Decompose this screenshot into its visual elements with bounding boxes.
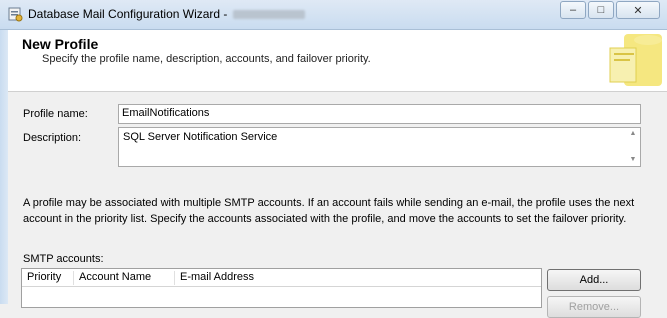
add-account-button[interactable]: Add... [547, 269, 641, 291]
minimize-button[interactable]: – [560, 1, 586, 19]
description-textarea[interactable]: SQL Server Notification Service ▲ ▼ [118, 127, 641, 167]
description-label: Description: [23, 132, 82, 144]
profile-info-text: A profile may be associated with multipl… [23, 197, 635, 225]
column-header-account-name[interactable]: Account Name [74, 271, 175, 285]
smtp-accounts-label: SMTP accounts: [23, 253, 104, 265]
maximize-button[interactable]: □ [588, 1, 614, 19]
redacted-server-name [233, 10, 306, 20]
window-title: Database Mail Configuration Wizard - [28, 7, 306, 21]
profile-name-input[interactable]: EmailNotifications [118, 104, 641, 124]
profile-name-value: EmailNotifications [122, 107, 210, 119]
wizard-header: New Profile Specify the profile name, de… [8, 30, 667, 92]
scroll-up-icon[interactable]: ▲ [628, 129, 638, 139]
minimize-icon: – [569, 4, 577, 16]
grid-header: Priority Account Name E-mail Address [22, 269, 541, 287]
column-header-priority[interactable]: Priority [22, 271, 74, 285]
maximize-icon: □ [597, 4, 605, 16]
profile-name-label: Profile name: [23, 108, 88, 120]
remove-account-button[interactable]: Remove... [547, 296, 641, 318]
wizard-app-icon [8, 7, 23, 22]
window-title-label: Database Mail Configuration Wizard - [28, 7, 228, 21]
window-frame-left [0, 30, 8, 304]
page-subtitle: Specify the profile name, description, a… [42, 53, 371, 65]
database-mail-banner-icon [600, 30, 667, 91]
page-title: New Profile [22, 36, 99, 52]
close-icon: ✕ [633, 4, 643, 17]
smtp-accounts-grid[interactable]: Priority Account Name E-mail Address [21, 268, 542, 308]
description-value: SQL Server Notification Service [123, 131, 278, 143]
scroll-down-icon[interactable]: ▼ [628, 155, 638, 165]
close-button[interactable]: ✕ [616, 1, 660, 19]
column-header-email-address[interactable]: E-mail Address [175, 271, 541, 285]
title-bar: Database Mail Configuration Wizard - – □… [0, 0, 667, 30]
